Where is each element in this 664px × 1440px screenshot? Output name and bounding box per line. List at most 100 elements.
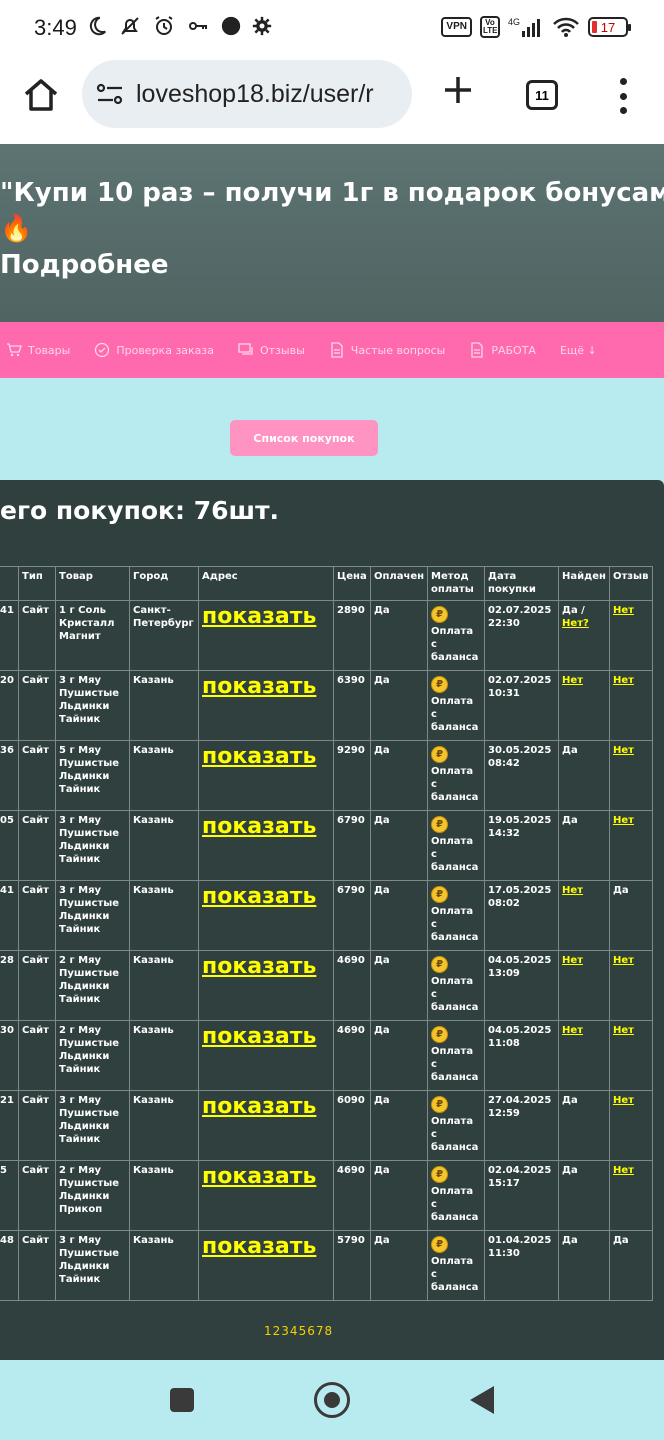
order-id: 28 <box>0 950 19 1021</box>
found-link[interactable]: Нет <box>562 1025 583 1036</box>
main-nav: Товары Проверка заказа Отзывы Частые воп… <box>0 322 664 378</box>
nav-item-faq[interactable]: Частые вопросы <box>329 342 446 358</box>
found-link[interactable]: Нет <box>562 675 583 686</box>
alarm-icon <box>155 16 173 35</box>
order-type: Сайт <box>18 670 56 741</box>
order-type: Сайт <box>18 950 56 1021</box>
show-address-link[interactable]: показать <box>202 814 316 839</box>
home-icon[interactable] <box>22 76 60 114</box>
show-address-link[interactable]: показать <box>202 954 316 979</box>
system-nav-bar <box>0 1360 664 1440</box>
promo-more-link[interactable]: Подробнее <box>0 250 168 280</box>
payment-method-label: Оплата с баланса <box>431 696 479 733</box>
nav-item-reviews[interactable]: Отзывы <box>238 342 305 358</box>
show-address-link[interactable]: показать <box>202 884 316 909</box>
city-name: Казань <box>129 1230 199 1301</box>
key-icon <box>189 22 207 30</box>
recents-button[interactable] <box>170 1388 194 1412</box>
payment-method-label: Оплата с баланса <box>431 976 479 1013</box>
price: 9290 <box>333 740 371 811</box>
address-bar[interactable]: loveshop18.biz/user/r <box>82 60 412 128</box>
review-link[interactable]: Нет <box>613 675 634 686</box>
battery-indicator: 17 <box>588 17 631 37</box>
address-cell: показать <box>198 810 334 881</box>
order-id: 36 <box>0 740 19 811</box>
city-name: Казань <box>129 1020 199 1091</box>
purchase-date: 02.07.2025 10:31 <box>484 670 560 741</box>
show-address-link[interactable]: показать <box>202 744 316 769</box>
review-link[interactable]: Нет <box>613 815 634 826</box>
page-link-8[interactable]: 8 <box>324 1324 333 1338</box>
ruble-coin-icon: ₽ <box>431 746 449 763</box>
found-cell: Да <box>558 1090 610 1161</box>
order-id: 41 <box>0 600 19 671</box>
show-address-link[interactable]: показать <box>202 604 316 629</box>
page-link-6[interactable]: 6 <box>307 1324 316 1338</box>
page-link-2[interactable]: 2 <box>273 1324 282 1338</box>
site-settings-icon[interactable] <box>96 82 124 106</box>
found-link[interactable]: Нет <box>562 885 583 896</box>
nav-item-order-check[interactable]: Проверка заказа <box>94 342 214 358</box>
nav-label: Частые вопросы <box>350 343 446 357</box>
table-row: 30 Сайт 2 г Мяу Пушистые Льдинки Тайник Каз… <box>0 1020 653 1091</box>
product-name: 2 г Мяу Пушистые Льдинки Прикоп <box>55 1160 130 1231</box>
nav-item-more[interactable]: Ещё ↓ <box>560 344 597 357</box>
review-text: Да <box>612 1235 629 1246</box>
moon-icon <box>89 16 106 36</box>
nav-item-jobs[interactable]: РАБОТА <box>469 342 536 358</box>
review-link[interactable]: Нет <box>613 955 634 966</box>
purchase-date: 01.04.2025 11:30 <box>484 1230 560 1301</box>
url-text[interactable]: loveshop18.biz/user/r <box>136 80 374 109</box>
show-address-link[interactable]: показать <box>202 1234 316 1259</box>
price: 6090 <box>333 1090 371 1161</box>
found-cell: Да <box>558 810 610 881</box>
order-id: 20 <box>0 670 19 741</box>
payment-method: ₽ Оплата с баланса <box>427 1020 486 1091</box>
city-name: Казань <box>129 670 199 741</box>
review-cell: Нет <box>608 600 653 671</box>
document-icon <box>331 342 343 358</box>
review-link[interactable]: Нет <box>613 605 634 616</box>
review-link[interactable]: Нет <box>613 1025 634 1036</box>
paid-status: Да <box>369 1020 429 1091</box>
show-address-link[interactable]: показать <box>202 674 316 699</box>
found-text: Да / <box>562 605 585 616</box>
page-link-1[interactable]: 1 <box>264 1324 273 1338</box>
review-cell: Нет <box>608 1020 653 1091</box>
nav-label: Проверка заказа <box>116 343 215 357</box>
page-link-4[interactable]: 4 <box>290 1324 299 1338</box>
home-button[interactable] <box>314 1382 350 1418</box>
found-link[interactable]: Нет <box>562 955 583 966</box>
nav-item-products[interactable]: Товары <box>6 342 70 358</box>
document-icon <box>471 342 483 358</box>
review-link[interactable]: Нет <box>613 1165 634 1176</box>
plus-icon[interactable] <box>440 72 476 108</box>
cart-icon <box>7 343 22 357</box>
back-button[interactable] <box>470 1386 494 1414</box>
page-link-5[interactable]: 5 <box>299 1324 308 1338</box>
wifi-icon <box>553 17 579 37</box>
page-link-3[interactable]: 3 <box>281 1324 290 1338</box>
order-type: Сайт <box>18 810 56 881</box>
purchase-date: 27.04.2025 12:59 <box>484 1090 560 1161</box>
column-header: Адрес <box>198 566 334 601</box>
more-menu-icon[interactable] <box>612 78 634 114</box>
show-address-link[interactable]: показать <box>202 1094 316 1119</box>
found-cell: Нет <box>558 670 610 741</box>
found-link[interactable]: Нет? <box>562 618 589 629</box>
address-cell: показать <box>198 740 334 811</box>
review-link[interactable]: Нет <box>613 745 634 756</box>
table-row: 41 Сайт 1 г Соль Кристалл Магнит Санкт-Пете… <box>0 600 653 671</box>
column-header: Товар <box>55 566 130 601</box>
column-header: Город <box>129 566 199 601</box>
paid-status: Да <box>369 1230 429 1301</box>
purchases-table: Тип Товар Город Адрес Цена Оплачен Метод… <box>0 566 653 1301</box>
order-id: 30 <box>0 1020 19 1091</box>
ruble-coin-icon: ₽ <box>431 1166 449 1183</box>
show-address-link[interactable]: показать <box>202 1024 316 1049</box>
review-link[interactable]: Нет <box>613 1095 634 1106</box>
purchase-list-button[interactable]: Список покупок <box>230 420 378 456</box>
show-address-link[interactable]: показать <box>202 1164 316 1189</box>
tab-switcher-button[interactable]: 11 <box>526 80 558 110</box>
tab-count: 11 <box>535 87 549 103</box>
